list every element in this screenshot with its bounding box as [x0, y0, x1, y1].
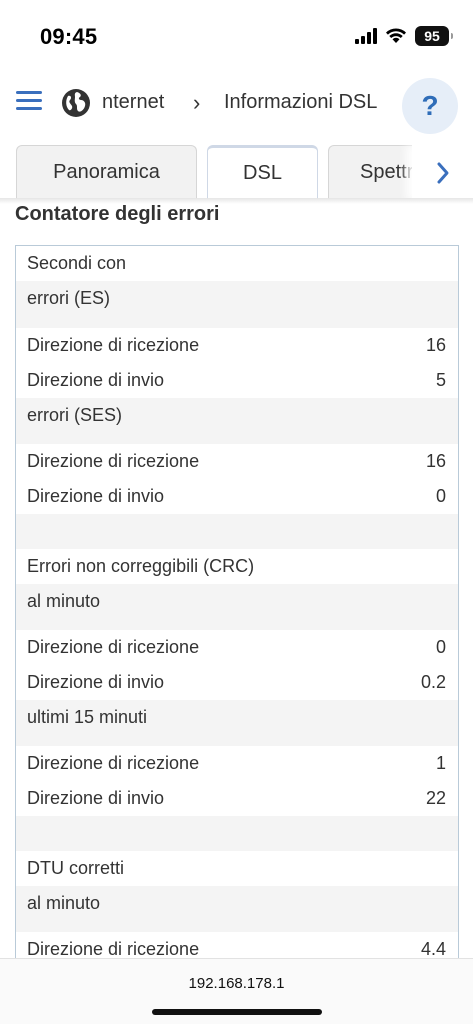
table-row-spacer: [16, 921, 458, 932]
status-bar: 09:45 95: [0, 0, 473, 62]
table-row: Direzione di ricezione 1: [27, 753, 446, 773]
table-row: Direzione di invio 5: [27, 370, 446, 390]
table-row: Direzione di ricezione 16: [27, 335, 446, 355]
table-row: Direzione di invio 0: [27, 486, 446, 506]
tab-bar: Panoramica DSL Spettro: [0, 145, 473, 201]
table-row-spacer: [16, 433, 458, 444]
cellular-signal-icon: [355, 28, 377, 44]
table-row: Direzione di ricezione 0: [27, 637, 446, 657]
app-header: nternet › Informazioni DSL ?: [0, 62, 473, 146]
table-row-spacer: [16, 514, 458, 549]
browser-bottom-bar: 192.168.178.1: [0, 958, 473, 1024]
menu-icon[interactable]: [16, 91, 44, 115]
table-row: Direzione di ricezione 16: [27, 451, 446, 471]
table-row: DTU corretti: [27, 858, 125, 878]
error-counter-table: Secondi con errori (ES) Direzione di ric…: [15, 245, 459, 1005]
table-row: Secondi con: [27, 253, 127, 273]
table-row: Direzione di invio 22: [27, 788, 446, 808]
home-indicator[interactable]: [152, 1009, 322, 1015]
battery-icon: 95: [415, 26, 453, 46]
table-row-spacer: [16, 735, 458, 746]
status-icons: 95: [355, 26, 453, 46]
help-icon: ?: [421, 90, 439, 121]
table-row: Direzione di invio 0.2: [27, 672, 446, 692]
wifi-icon: [386, 28, 406, 43]
table-row-spacer: [16, 816, 458, 851]
table-row: al minuto: [16, 584, 458, 619]
breadcrumb-separator: ›: [193, 90, 201, 115]
status-time: 09:45: [40, 24, 98, 49]
table-row: al minuto: [16, 886, 458, 921]
table-row: errori (SES): [16, 398, 458, 433]
section-title: Contatore degli errori: [15, 203, 220, 225]
globe-icon[interactable]: [60, 87, 92, 119]
table-row-spacer: [16, 316, 458, 328]
table-row-spacer: [16, 619, 458, 630]
screen: 09:45 95 nternet › Informazioni DSL ? Pa…: [0, 0, 473, 1024]
help-button[interactable]: ?: [402, 78, 458, 134]
breadcrumb-current-page: Informazioni DSL: [224, 91, 378, 113]
chevron-right-icon: [437, 162, 448, 184]
breadcrumb-internet[interactable]: nternet: [102, 91, 164, 114]
address-bar[interactable]: 192.168.178.1: [0, 975, 473, 992]
table-row: errori (ES): [16, 281, 458, 316]
tab-panoramica[interactable]: Panoramica: [16, 145, 197, 199]
table-row: ultimi 15 minuti: [16, 700, 458, 735]
tab-dsl[interactable]: DSL: [207, 145, 318, 199]
table-row: Errori non correggibili (CRC): [27, 556, 255, 576]
tab-scroll-next-button[interactable]: [412, 145, 473, 201]
